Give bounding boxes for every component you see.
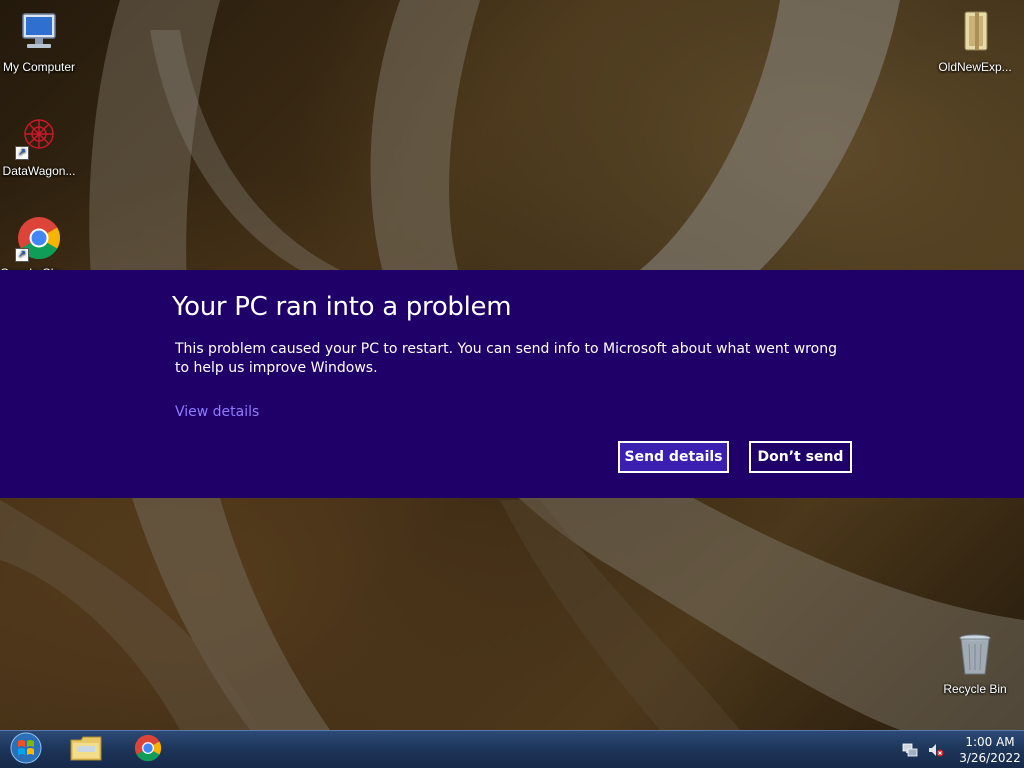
desktop-icon-label: My Computer: [2, 60, 76, 74]
chrome-icon: ↗: [15, 214, 63, 262]
taskbar-chrome-button[interactable]: [122, 733, 174, 767]
taskbar: 1:00 AM 3/26/2022: [0, 730, 1024, 768]
system-tray: 1:00 AM 3/26/2022: [884, 731, 1024, 768]
desktop-icon-recycle-bin[interactable]: Recycle Bin: [936, 630, 1014, 696]
desktop-icon-my-computer[interactable]: My Computer: [0, 8, 78, 74]
error-message: This problem caused your PC to restart. …: [175, 341, 837, 376]
error-title: Your PC ran into a problem: [172, 292, 512, 322]
desktop-icon-oldnewexplorer[interactable]: OldNewExp...: [936, 8, 1014, 74]
desktop-icon-label: OldNewExp...: [938, 60, 1012, 74]
taskbar-explorer-button[interactable]: [60, 733, 112, 767]
explorer-folder-icon: [69, 734, 103, 767]
desktop-icon-label: DataWagon...: [2, 164, 76, 178]
desktop-icon-label: Recycle Bin: [943, 682, 1007, 696]
computer-icon: [15, 8, 63, 56]
windows-start-icon: [9, 731, 43, 768]
clock-time: 1:00 AM: [965, 735, 1015, 749]
view-details-link[interactable]: View details: [175, 404, 259, 420]
datawagon-icon: ↗: [15, 112, 63, 160]
network-icon[interactable]: [902, 742, 918, 758]
chrome-icon: [133, 733, 163, 768]
recycle-bin-icon: [951, 630, 999, 678]
shortcut-arrow-icon: ↗: [15, 248, 29, 262]
start-button[interactable]: [6, 731, 46, 768]
dont-send-button[interactable]: Don’t send: [749, 441, 852, 473]
clock-date: 3/26/2022: [959, 751, 1021, 765]
desktop-icon-datawagon[interactable]: ↗ DataWagon...: [0, 112, 78, 178]
shortcut-arrow-icon: ↗: [15, 146, 29, 160]
folder-icon: [951, 8, 999, 56]
taskbar-clock[interactable]: 1:00 AM 3/26/2022: [956, 734, 1024, 766]
volume-muted-icon[interactable]: [928, 742, 944, 758]
error-report-banner: Your PC ran into a problem This problem …: [0, 270, 1024, 498]
send-details-button[interactable]: Send details: [618, 441, 729, 473]
